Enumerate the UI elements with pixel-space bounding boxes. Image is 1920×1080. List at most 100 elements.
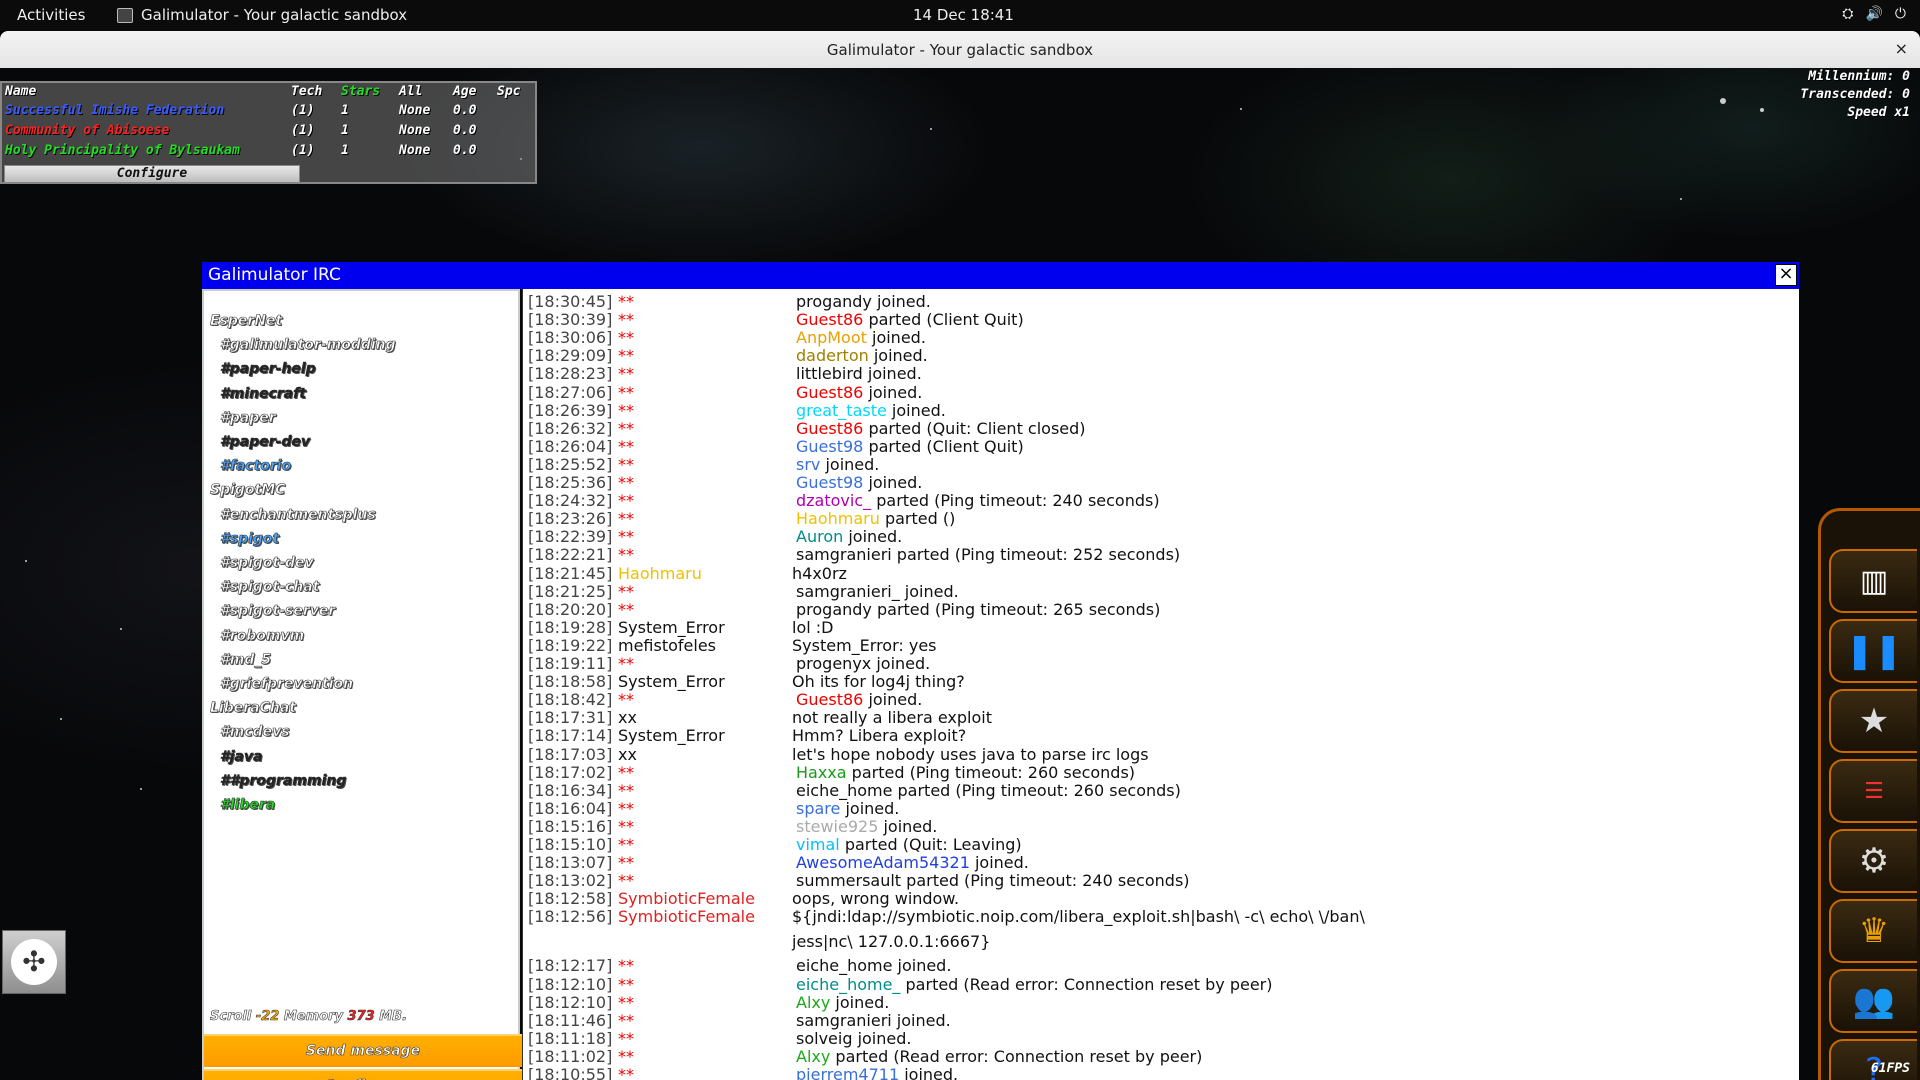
channel-item[interactable]: #java: [220, 748, 263, 765]
network-item[interactable]: SpigotMC: [210, 482, 286, 499]
clock[interactable]: 14 Dec 18:41: [913, 6, 1014, 24]
channel-item[interactable]: #md_5: [220, 651, 272, 668]
send-message-button[interactable]: Send message: [204, 1034, 522, 1067]
empire-configure-button[interactable]: Configure: [4, 165, 300, 183]
col-all[interactable]: All: [399, 84, 422, 99]
galaxy-view[interactable]: Name Tech Stars All Age Spc Successful I…: [0, 68, 1920, 1080]
log-nick[interactable]: **: [618, 993, 634, 1012]
log-nick[interactable]: **: [618, 311, 634, 329]
channel-item[interactable]: #minecraft: [220, 385, 307, 402]
log-user[interactable]: stewie925: [796, 817, 878, 836]
log-nick[interactable]: **: [618, 691, 634, 709]
log-nick[interactable]: **: [618, 419, 634, 438]
channel-item[interactable]: #libera: [220, 797, 276, 814]
irc-close-button[interactable]: ×: [1775, 264, 1797, 286]
log-user[interactable]: Guest86: [796, 383, 863, 402]
log-nick[interactable]: **: [618, 293, 634, 311]
channel-item[interactable]: #factorio: [220, 458, 292, 475]
log-user[interactable]: dzatovic_: [796, 491, 871, 510]
log-user[interactable]: AnpMoot: [796, 328, 867, 347]
log-nick[interactable]: **: [618, 347, 634, 365]
log-nick[interactable]: SymbioticFemale: [618, 908, 755, 926]
log-nick[interactable]: **: [618, 455, 634, 474]
log-user[interactable]: Guest86: [796, 310, 863, 329]
log-nick[interactable]: **: [618, 655, 634, 673]
log-user[interactable]: eiche_home_: [796, 975, 900, 994]
volume-icon[interactable]: 🔊: [1865, 6, 1882, 22]
log-nick[interactable]: **: [618, 329, 634, 347]
log-nick[interactable]: **: [618, 1011, 634, 1030]
channel-item[interactable]: #robomvm: [220, 627, 305, 644]
log-user[interactable]: pierrem4711: [796, 1065, 899, 1080]
log-nick[interactable]: **: [618, 401, 634, 420]
channel-item[interactable]: #spigot-dev: [220, 555, 314, 572]
log-nick[interactable]: **: [618, 528, 634, 546]
alliance-button[interactable]: ✣: [2, 930, 66, 994]
channel-item[interactable]: #paper-help: [220, 361, 316, 378]
col-tech[interactable]: Tech: [291, 84, 322, 99]
log-user[interactable]: Alxy: [796, 1047, 830, 1066]
channel-item[interactable]: #paper-dev: [220, 434, 311, 451]
log-nick[interactable]: **: [618, 1029, 634, 1048]
col-age[interactable]: Age: [453, 84, 476, 99]
log-user[interactable]: srv: [796, 455, 820, 474]
log-user[interactable]: Guest86: [796, 690, 863, 709]
log-nick[interactable]: **: [618, 957, 634, 975]
channel-item[interactable]: #paper: [220, 409, 276, 426]
log-user[interactable]: Haohmaru: [796, 509, 880, 528]
channel-item[interactable]: #galimulator-modding: [220, 337, 396, 354]
log-nick[interactable]: **: [618, 854, 634, 872]
log-nick[interactable]: **: [618, 781, 634, 800]
col-stars[interactable]: Stars: [341, 84, 380, 99]
log-nick[interactable]: **: [618, 872, 634, 890]
log-user[interactable]: Guest86: [796, 419, 863, 438]
log-nick[interactable]: **: [618, 817, 634, 836]
log-user[interactable]: AwesomeAdam54321: [796, 853, 970, 872]
log-nick[interactable]: **: [618, 546, 634, 564]
people-button[interactable]: 👥: [1829, 969, 1917, 1033]
channel-item[interactable]: ##programming: [220, 772, 347, 789]
chat-log[interactable]: [18:30:45] ** progandy joined. [18:30:39] **…: [522, 289, 1799, 1080]
log-nick[interactable]: **: [618, 510, 634, 528]
nobility-button[interactable]: ♛: [1829, 899, 1917, 963]
log-nick[interactable]: mefistofeles: [618, 636, 716, 655]
log-nick[interactable]: **: [618, 492, 634, 510]
log-nick[interactable]: **: [618, 365, 634, 383]
log-nick[interactable]: xx: [618, 709, 637, 727]
irc-title-bar[interactable]: Galimulator IRC ×: [202, 262, 1799, 289]
log-nick[interactable]: **: [618, 582, 634, 601]
log-user[interactable]: daderton: [796, 346, 869, 365]
settings-button[interactable]: ⚙: [1829, 829, 1917, 893]
window-close-button[interactable]: ×: [1895, 39, 1908, 58]
system-tray[interactable]: ⛭ 🔊 ⏻: [1842, 6, 1906, 22]
star-button[interactable]: ★: [1829, 689, 1917, 753]
power-icon[interactable]: ⏻: [1895, 6, 1906, 22]
col-spc[interactable]: Spc: [497, 84, 520, 99]
log-nick[interactable]: System_Error: [618, 727, 725, 745]
log-nick[interactable]: System_Error: [618, 618, 725, 637]
channel-item[interactable]: #griefprevention: [220, 676, 354, 693]
log-nick[interactable]: **: [618, 975, 634, 994]
log-nick[interactable]: **: [618, 799, 634, 818]
log-user[interactable]: vimal: [796, 835, 840, 854]
channel-item[interactable]: #spigot-server: [220, 603, 336, 620]
log-nick[interactable]: **: [618, 383, 634, 402]
log-nick[interactable]: Haohmaru: [618, 564, 702, 583]
log-user[interactable]: Haxxa: [796, 763, 847, 782]
log-nick[interactable]: SymbioticFemale: [618, 890, 755, 908]
channel-item[interactable]: #enchantmentsplus: [220, 506, 376, 523]
log-nick[interactable]: **: [618, 600, 634, 619]
log-nick[interactable]: xx: [618, 745, 637, 764]
log-user[interactable]: Alxy: [796, 993, 830, 1012]
log-user[interactable]: Guest98: [796, 437, 863, 456]
col-name[interactable]: Name: [5, 84, 36, 99]
network-icon[interactable]: ⛭: [1842, 6, 1853, 22]
app-menu[interactable]: Galimulator - Your galactic sandbox: [117, 6, 407, 24]
channel-item[interactable]: #spigot-chat: [220, 579, 320, 596]
network-item[interactable]: EsperNet: [210, 313, 283, 330]
log-nick[interactable]: **: [618, 836, 634, 854]
log-user[interactable]: Auron: [796, 527, 843, 546]
channel-item[interactable]: #mcdevs: [220, 724, 290, 741]
pause-button[interactable]: ❚❚: [1829, 619, 1917, 683]
activities-button[interactable]: Activities: [17, 6, 85, 24]
